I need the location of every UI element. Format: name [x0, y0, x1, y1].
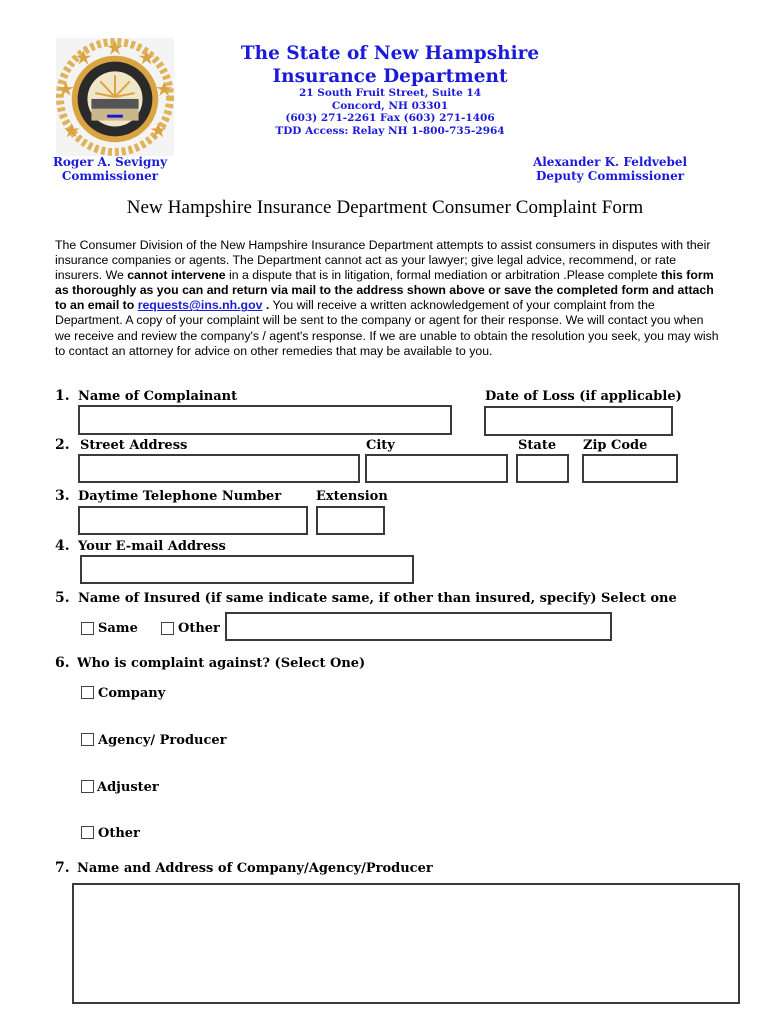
zip-code-label: Zip Code	[583, 438, 648, 453]
tdd-line: TDD Access: Relay NH 1-800-735-2964	[275, 124, 505, 137]
extension-input[interactable]	[316, 506, 385, 535]
other-party-checkbox[interactable]	[81, 826, 94, 839]
intro-emphasis: cannot intervene	[127, 268, 226, 283]
q7-number: 7.	[55, 860, 70, 876]
city-label: City	[366, 438, 395, 453]
zip-code-input[interactable]	[582, 454, 678, 483]
same-checkbox[interactable]	[81, 622, 94, 635]
q4-number: 4.	[55, 538, 70, 554]
street-address-label: Street Address	[80, 438, 188, 453]
q7-label: Name and Address of Company/Agency/Produ…	[77, 861, 433, 876]
state-input[interactable]	[516, 454, 569, 483]
intro-text: in a dispute that is in litigation, form…	[225, 268, 662, 283]
form-title: New Hampshire Insurance Department Consu…	[126, 197, 644, 218]
commissioner-title: Commissioner	[61, 169, 159, 183]
state-title: The State of New Hampshire	[240, 43, 540, 64]
date-of-loss-input[interactable]	[484, 406, 673, 436]
other-insured-input[interactable]	[225, 612, 612, 641]
company-checkbox[interactable]	[81, 686, 94, 699]
adjuster-checkbox[interactable]	[81, 780, 94, 793]
q5-label: Name of Insured (if same indicate same, …	[78, 591, 677, 606]
same-label: Same	[98, 621, 138, 636]
q1-label: Name of Complainant	[78, 389, 238, 404]
telephone-label: Daytime Telephone Number	[78, 489, 282, 504]
company-name-address-textarea[interactable]	[72, 883, 740, 1004]
address-line-2: Concord, NH 03301	[331, 99, 449, 112]
date-of-loss-label: Date of Loss (if applicable)	[485, 389, 682, 404]
email-label: Your E-mail Address	[78, 539, 226, 554]
commissioner-name: Roger A. Sevigny	[52, 155, 168, 169]
deputy-commissioner-name: Alexander K. Feldvebel	[532, 155, 688, 169]
telephone-input[interactable]	[78, 506, 308, 535]
q5-number: 5.	[55, 590, 70, 606]
state-label: State	[518, 438, 557, 453]
adjuster-label: Adjuster	[97, 780, 159, 795]
address-line-1: 21 South Fruit Street, Suite 14	[298, 87, 482, 99]
agency-producer-label: Agency/ Producer	[98, 733, 227, 748]
q6-number: 6.	[55, 655, 70, 671]
q3-number: 3.	[55, 488, 70, 504]
deputy-commissioner-title: Deputy Commissioner	[535, 169, 685, 183]
extension-label: Extension	[316, 489, 388, 504]
q6-label: Who is complaint against? (Select One)	[77, 656, 366, 671]
email-input[interactable]	[80, 555, 414, 584]
other-party-label: Other	[98, 826, 140, 841]
intro-paragraph: The Consumer Division of the New Hampshi…	[55, 238, 720, 359]
state-seal-icon	[56, 38, 174, 156]
company-label: Company	[98, 686, 166, 701]
street-address-input[interactable]	[78, 454, 360, 483]
agency-producer-checkbox[interactable]	[81, 733, 94, 746]
other-insured-label: Other	[178, 621, 220, 636]
q1-number: 1.	[55, 388, 70, 404]
phone-fax-line: (603) 271-2261 Fax (603) 271-1406	[285, 112, 495, 124]
department-title: Insurance Department	[272, 66, 508, 87]
city-input[interactable]	[365, 454, 508, 483]
email-link[interactable]: requests@ins.nh.gov	[138, 298, 263, 312]
other-insured-checkbox[interactable]	[161, 622, 174, 635]
complainant-name-input[interactable]	[78, 405, 452, 435]
q2-number: 2.	[55, 437, 70, 453]
